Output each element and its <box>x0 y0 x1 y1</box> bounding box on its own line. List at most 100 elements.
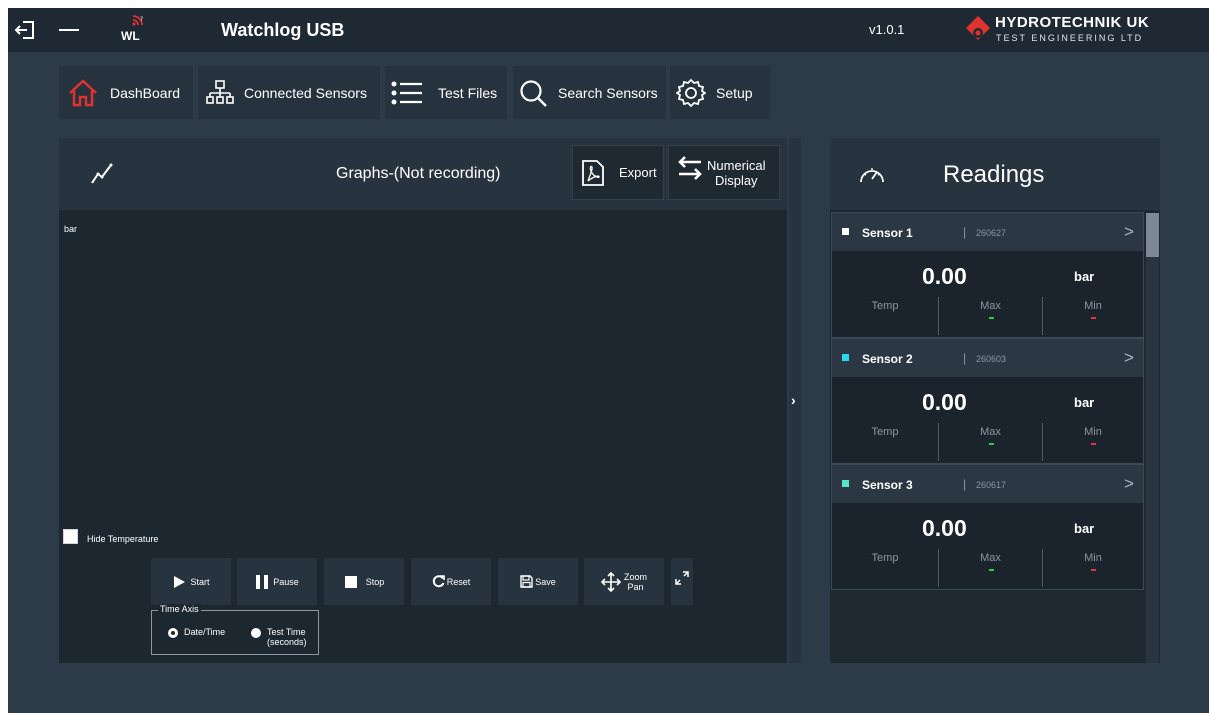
separator: | <box>963 351 967 365</box>
hydrotechnik-logo-icon <box>966 16 990 40</box>
nav-dashboard-label: DashBoard <box>110 84 181 101</box>
sensor-name: Sensor 1 <box>862 226 913 240</box>
start-button[interactable]: Start <box>151 558 231 605</box>
stop-button[interactable]: Stop <box>324 558 404 605</box>
readings-header: Readings <box>830 138 1160 210</box>
min-label: Min <box>1084 552 1102 564</box>
expand-button[interactable] <box>671 558 693 605</box>
gear-icon <box>676 78 706 107</box>
temp-column: Temp <box>832 297 938 337</box>
hide-temperature-toggle[interactable]: Hide Temperature <box>63 528 158 544</box>
date-time-radio-dot[interactable] <box>168 628 178 638</box>
sensor-value: 0.00 <box>922 263 967 289</box>
temp-label: Temp <box>871 300 899 312</box>
min-column: Min <box>1043 423 1143 463</box>
sensor-serial: 260603 <box>976 354 1007 364</box>
graph-panel: Graphs-(Not recording) Export Numerical … <box>59 138 787 663</box>
readings-scrollbar[interactable] <box>1146 213 1159 663</box>
sensor-card-header[interactable]: Sensor 1 | 260627 > <box>832 213 1143 251</box>
sensor-name: Sensor 3 <box>862 478 913 492</box>
sensor-card-header[interactable]: Sensor 3 | 260617 > <box>832 465 1143 503</box>
sensor-serial: 260627 <box>976 228 1007 238</box>
time-axis-group: Time Axis Date/Time Test Time (seconds) <box>151 604 319 655</box>
numerical-label: Numerical <box>707 157 766 173</box>
sensor-unit: bar <box>1074 269 1095 284</box>
save-button[interactable]: Save <box>498 558 578 605</box>
play-icon <box>174 575 186 588</box>
chevron-right-icon[interactable]: > <box>1124 222 1134 242</box>
minimize-icon[interactable] <box>58 20 80 40</box>
zoom-pan-button[interactable]: Zoom Pan <box>584 558 664 605</box>
hide-temperature-checkbox[interactable] <box>63 528 78 544</box>
nav-test-files-button[interactable]: Test Files <box>385 66 507 119</box>
reset-label: Reset <box>446 576 471 587</box>
max-value-dash <box>988 317 994 319</box>
nav-connected-sensors-label: Connected Sensors <box>244 84 367 101</box>
nav-search-sensors-button[interactable]: Search Sensors <box>513 66 666 119</box>
temp-column: Temp <box>832 549 938 589</box>
sensor-card[interactable]: Sensor 3 | 260617 > 0.00 bar Temp Max Mi… <box>831 464 1144 590</box>
export-button[interactable]: Export <box>572 145 664 200</box>
temp-label: Temp <box>871 552 899 564</box>
separator: | <box>963 225 967 239</box>
min-label: Min <box>1084 300 1102 312</box>
max-column: Max <box>939 297 1042 337</box>
display-label: Display <box>714 172 758 188</box>
svg-text:?: ? <box>140 16 143 23</box>
max-column: Max <box>939 549 1042 589</box>
min-column: Min <box>1043 549 1143 589</box>
chevron-right-icon[interactable]: > <box>1124 348 1134 368</box>
y-axis-unit: bar <box>64 224 78 234</box>
numerical-display-button[interactable]: Numerical Display <box>668 145 780 200</box>
separator: | <box>963 477 967 491</box>
search-icon <box>520 79 547 107</box>
sensor-card[interactable]: Sensor 1 | 260627 > 0.00 bar Temp Max Mi… <box>831 212 1144 338</box>
reset-button[interactable]: Reset <box>411 558 491 605</box>
stop-icon <box>344 575 357 588</box>
max-label: Max <box>980 426 1001 438</box>
scrollbar-thumb[interactable] <box>1146 213 1159 257</box>
move-arrows-icon <box>600 571 621 592</box>
graph-plot-area[interactable]: bar <box>59 210 787 520</box>
nav-search-sensors-label: Search Sensors <box>558 84 658 101</box>
pause-label: Pause <box>273 576 299 587</box>
test-time-seconds-label: (seconds) <box>267 637 307 647</box>
sensor-color-swatch <box>842 354 849 361</box>
sensor-serial: 260617 <box>976 480 1007 490</box>
max-label: Max <box>980 552 1001 564</box>
date-time-radio[interactable]: Date/Time <box>168 627 225 638</box>
exit-icon[interactable] <box>14 19 36 41</box>
panel-collapse-toggle[interactable]: › <box>789 138 801 663</box>
max-column: Max <box>939 423 1042 463</box>
zoom-label: Zoom <box>623 571 647 582</box>
expand-icon <box>675 570 689 585</box>
app-logo-text: WL <box>121 29 140 43</box>
readings-panel: Readings Sensor 1 | 260627 > 0.00 bar Te… <box>830 138 1160 663</box>
swap-arrows-icon <box>678 155 702 180</box>
min-label: Min <box>1084 426 1102 438</box>
stop-label: Stop <box>365 576 385 587</box>
test-time-radio-dot[interactable] <box>251 628 261 638</box>
pause-button[interactable]: Pause <box>237 558 317 605</box>
nav-setup-label: Setup <box>716 84 753 101</box>
graph-header: Graphs-(Not recording) Export Numerical … <box>59 138 787 210</box>
min-value-dash <box>1091 443 1096 445</box>
brand-name: HYDROTECHNIK UK <box>995 14 1150 31</box>
nav-connected-sensors-button[interactable]: Connected Sensors <box>198 66 380 119</box>
save-icon <box>520 575 533 588</box>
sensor-unit: bar <box>1074 521 1095 536</box>
sensor-card-header[interactable]: Sensor 2 | 260603 > <box>832 339 1143 377</box>
nav-setup-button[interactable]: Setup <box>670 66 770 119</box>
max-value-dash <box>988 443 994 445</box>
sensor-value: 0.00 <box>922 515 967 541</box>
readings-title: Readings <box>943 161 1045 188</box>
network-icon <box>206 79 234 104</box>
sensor-name: Sensor 2 <box>862 352 913 366</box>
test-time-radio[interactable]: Test Time (seconds) <box>251 627 307 647</box>
nav-dashboard-button[interactable]: DashBoard <box>59 66 193 119</box>
gauge-icon <box>860 168 884 183</box>
sensor-unit: bar <box>1074 395 1095 410</box>
max-label: Max <box>980 300 1001 312</box>
chevron-right-icon[interactable]: > <box>1124 474 1134 494</box>
sensor-card[interactable]: Sensor 2 | 260603 > 0.00 bar Temp Max Mi… <box>831 338 1144 464</box>
